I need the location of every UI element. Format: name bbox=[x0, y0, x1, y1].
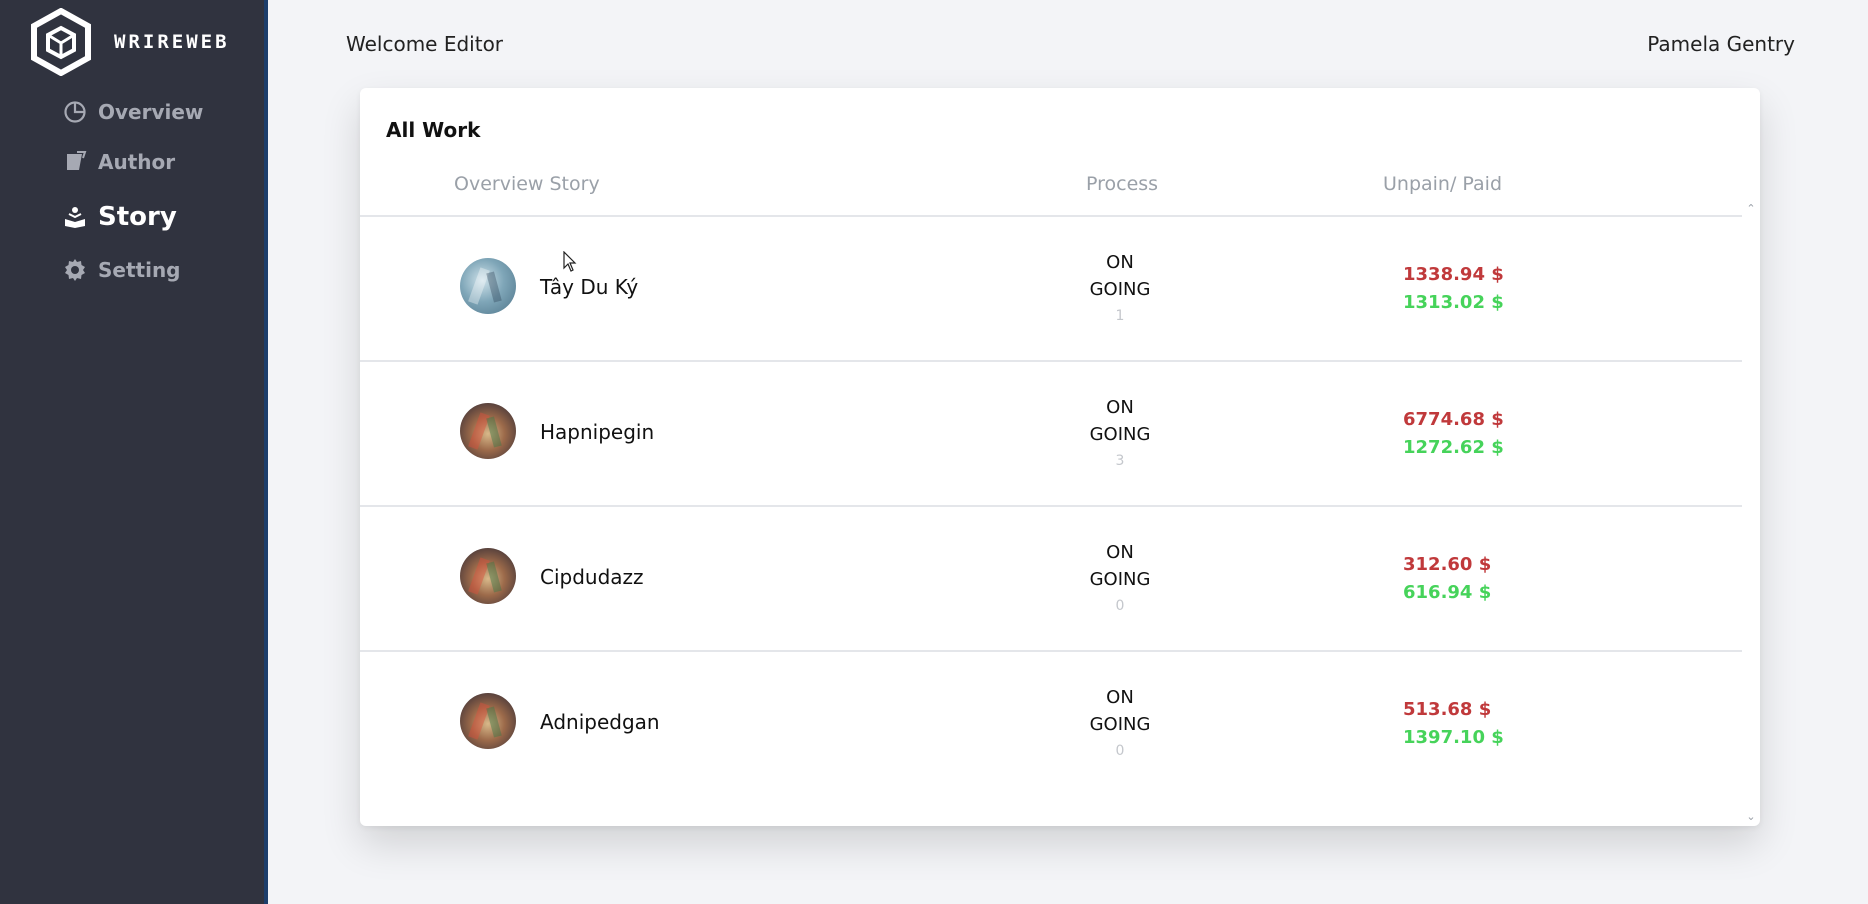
cube-logo-icon bbox=[31, 8, 91, 76]
column-header-paid: Unpain/ Paid bbox=[1383, 173, 1503, 195]
status-line1: ON bbox=[1106, 687, 1134, 708]
unpaid-amount: 6774.68 $ bbox=[1403, 409, 1504, 430]
table-row[interactable]: Tây Du Ký ON GOING 1 1338.94 $ 1313.02 $ bbox=[360, 217, 1742, 362]
sidebar-item-story[interactable]: Story bbox=[62, 202, 177, 232]
unpaid-amount: 312.60 $ bbox=[1403, 554, 1492, 575]
sidebar-item-setting[interactable]: Setting bbox=[62, 257, 181, 283]
paid-amount: 1272.62 $ bbox=[1403, 437, 1504, 458]
payment-amounts: 6774.68 $ 1272.62 $ bbox=[1403, 406, 1504, 462]
avatar bbox=[460, 548, 516, 604]
sidebar-item-overview[interactable]: Overview bbox=[62, 99, 203, 125]
sidebar-item-label: Story bbox=[98, 202, 177, 232]
process-status: ON GOING 0 bbox=[1060, 684, 1180, 764]
chapter-count: 3 bbox=[1115, 453, 1125, 469]
process-status: ON GOING 3 bbox=[1060, 394, 1180, 474]
unpaid-amount: 1338.94 $ bbox=[1403, 264, 1504, 285]
logo[interactable]: WRIREWEB bbox=[30, 8, 230, 76]
story-list: Tây Du Ký ON GOING 1 1338.94 $ 1313.02 $… bbox=[360, 217, 1742, 826]
status-line1: ON bbox=[1106, 397, 1134, 418]
status-line1: ON bbox=[1106, 252, 1134, 273]
status-line2: GOING bbox=[1089, 424, 1151, 445]
avatar bbox=[460, 403, 516, 459]
welcome-text: Welcome Editor bbox=[346, 32, 504, 56]
column-header-process: Process bbox=[1086, 173, 1159, 195]
avatar bbox=[460, 258, 516, 314]
table-row[interactable]: Hapnipegin ON GOING 3 6774.68 $ 1272.62 … bbox=[360, 362, 1742, 507]
story-name[interactable]: Adnipedgan bbox=[540, 710, 660, 734]
sidebar: WRIREWEB Overview Author Story Setting bbox=[0, 0, 268, 904]
status-line2: GOING bbox=[1089, 279, 1151, 300]
unpaid-amount: 513.68 $ bbox=[1403, 699, 1492, 720]
user-name[interactable]: Pamela Gentry bbox=[1647, 32, 1795, 56]
story-name[interactable]: Tây Du Ký bbox=[540, 275, 638, 299]
chapter-count: 0 bbox=[1115, 598, 1125, 614]
scrollbar[interactable]: ⌃ ⌄ bbox=[1742, 200, 1760, 826]
reading-icon bbox=[62, 204, 88, 230]
all-work-card: All Work Overview Story Process Unpain/ … bbox=[360, 88, 1760, 826]
payment-amounts: 513.68 $ 1397.10 $ bbox=[1403, 696, 1504, 752]
scroll-up-icon[interactable]: ⌃ bbox=[1745, 203, 1757, 215]
table-row[interactable]: Adnipedgan ON GOING 0 513.68 $ 1397.10 $ bbox=[360, 652, 1742, 797]
paid-amount: 1313.02 $ bbox=[1403, 292, 1504, 313]
avatar bbox=[460, 693, 516, 749]
story-name[interactable]: Cipdudazz bbox=[540, 565, 644, 589]
logo-text: WRIREWEB bbox=[114, 31, 230, 53]
status-line1: ON bbox=[1106, 542, 1134, 563]
payment-amounts: 1338.94 $ 1313.02 $ bbox=[1403, 261, 1504, 317]
payment-amounts: 312.60 $ 616.94 $ bbox=[1403, 551, 1491, 607]
pie-chart-icon bbox=[62, 99, 88, 125]
notebook-icon bbox=[62, 149, 88, 175]
column-header-story: Overview Story bbox=[454, 173, 600, 195]
story-name[interactable]: Hapnipegin bbox=[540, 420, 654, 444]
mouse-cursor-icon bbox=[563, 251, 577, 272]
chapter-count: 1 bbox=[1115, 308, 1125, 324]
status-line2: GOING bbox=[1089, 569, 1151, 590]
sidebar-item-label: Author bbox=[98, 150, 176, 174]
scroll-down-icon[interactable]: ⌄ bbox=[1745, 811, 1757, 823]
sidebar-item-label: Setting bbox=[98, 258, 181, 282]
status-line2: GOING bbox=[1089, 714, 1151, 735]
paid-amount: 1397.10 $ bbox=[1403, 727, 1504, 748]
sidebar-item-label: Overview bbox=[98, 100, 204, 124]
table-row[interactable]: Cipdudazz ON GOING 0 312.60 $ 616.94 $ bbox=[360, 507, 1742, 652]
card-title: All Work bbox=[386, 118, 481, 142]
process-status: ON GOING 1 bbox=[1060, 249, 1180, 329]
chapter-count: 0 bbox=[1115, 743, 1125, 759]
sidebar-item-author[interactable]: Author bbox=[62, 149, 175, 175]
paid-amount: 616.94 $ bbox=[1403, 582, 1492, 603]
process-status: ON GOING 0 bbox=[1060, 539, 1180, 619]
gear-icon bbox=[62, 257, 88, 283]
